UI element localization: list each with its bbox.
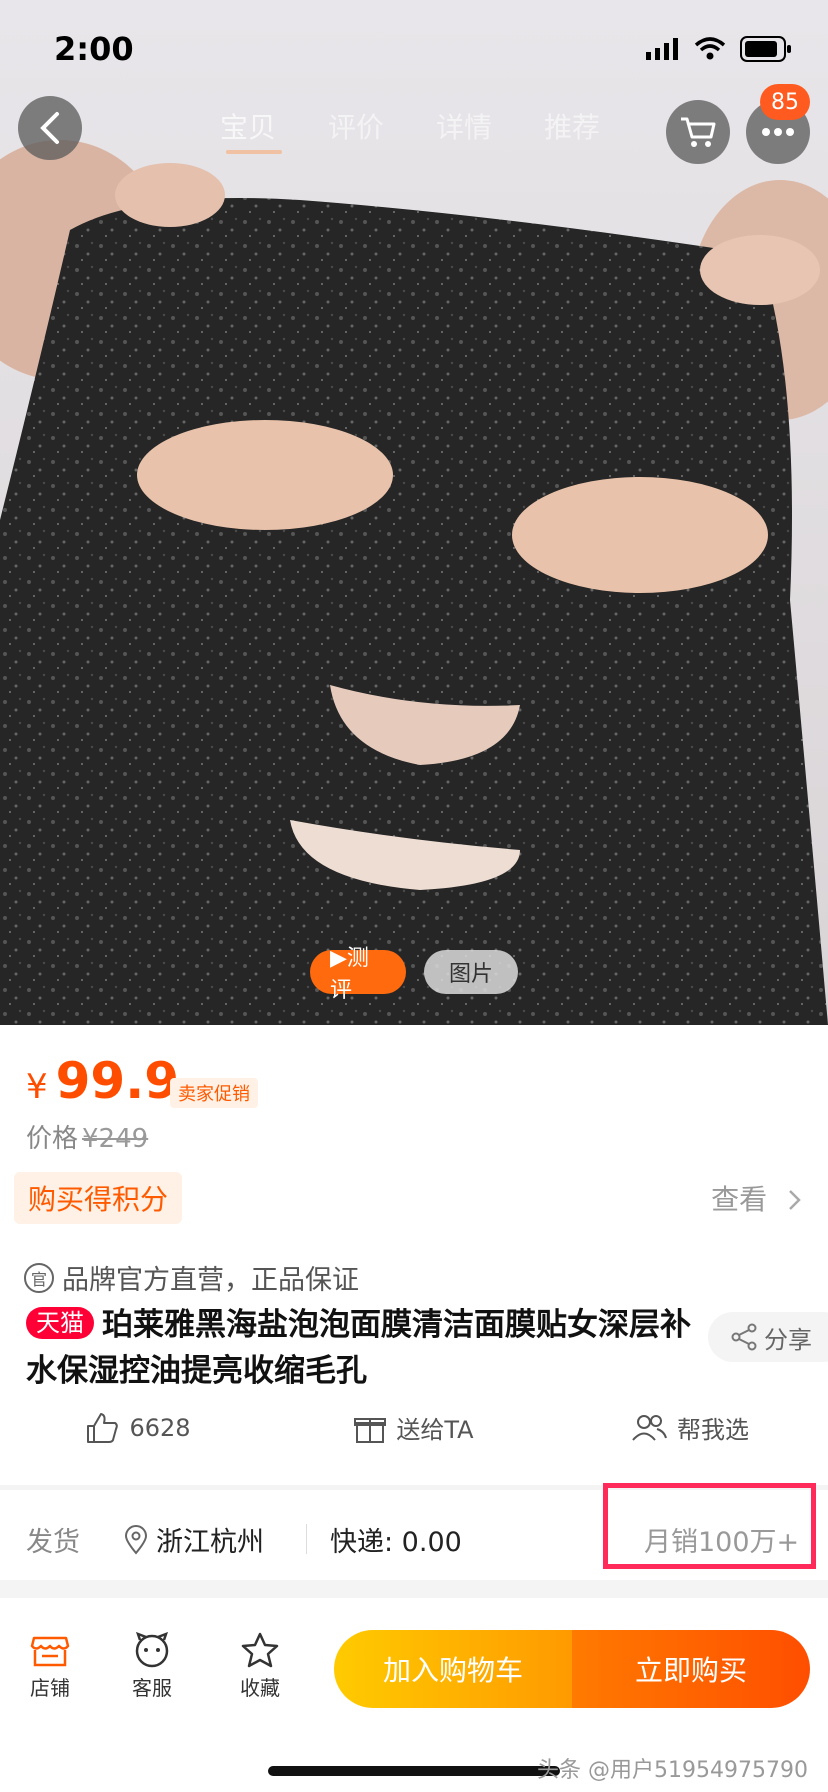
gift-icon bbox=[354, 1417, 387, 1443]
wifi-icon bbox=[694, 37, 726, 60]
original-price-value: ¥249 bbox=[82, 1124, 149, 1154]
service-label: 客服 bbox=[132, 1676, 172, 1700]
tab-baby[interactable]: 宝贝 bbox=[220, 106, 276, 146]
official-store-note: 官 品牌官方直营，正品保证 bbox=[24, 1258, 359, 1297]
currency-symbol: ¥ bbox=[26, 1067, 48, 1107]
view-points-link[interactable]: 查看 bbox=[711, 1178, 802, 1218]
original-price-label: 价格 bbox=[26, 1124, 79, 1154]
buy-now-button[interactable]: 立即购买 bbox=[572, 1630, 810, 1708]
favorite-button[interactable]: 收藏 bbox=[220, 1632, 300, 1701]
cart-icon bbox=[681, 117, 716, 147]
view-label: 查看 bbox=[711, 1183, 768, 1216]
message-badge: 85 bbox=[760, 84, 810, 120]
thumbs-up-icon bbox=[87, 1412, 119, 1443]
price-value: 99.9 bbox=[55, 1052, 180, 1110]
store-button[interactable]: 店铺 bbox=[10, 1632, 90, 1701]
status-time: 2:00 bbox=[54, 30, 134, 68]
product-title: 天猫 珀莱雅黑海盐泡泡面膜清洁面膜贴女深层补水保湿控油提亮收缩毛孔 bbox=[26, 1302, 696, 1394]
more-icon bbox=[762, 128, 794, 136]
shipping-location-text: 浙江杭州 bbox=[156, 1527, 264, 1558]
signal-icon bbox=[646, 38, 678, 60]
like-count: 6628 bbox=[129, 1413, 191, 1442]
shipping-fee: 快递: 0.00 bbox=[330, 1527, 462, 1558]
tab-reviews[interactable]: 评价 bbox=[328, 106, 384, 146]
watermark: 头条 @用户51954975790 bbox=[537, 1758, 808, 1783]
product-title-text: 珀莱雅黑海盐泡泡面膜清洁面膜贴女深层补水保湿控油提亮收缩毛孔 bbox=[26, 1307, 691, 1389]
price: ¥ 99.9 bbox=[26, 1052, 179, 1110]
original-price: 价格 ¥249 bbox=[26, 1118, 148, 1155]
customer-service-icon bbox=[135, 1632, 169, 1668]
star-icon bbox=[241, 1632, 279, 1668]
store-label: 店铺 bbox=[30, 1676, 70, 1700]
tab-recommend[interactable]: 推荐 bbox=[544, 106, 600, 146]
social-actions: 6628 送给TA 帮我选 bbox=[0, 1410, 828, 1445]
like-button[interactable]: 6628 bbox=[0, 1410, 276, 1445]
people-icon bbox=[632, 1414, 667, 1441]
share-icon bbox=[731, 1323, 757, 1351]
back-button[interactable] bbox=[18, 96, 82, 160]
shipping-separator bbox=[306, 1524, 307, 1554]
add-to-cart-button[interactable]: 加入购物车 bbox=[334, 1630, 572, 1708]
chevron-right-icon bbox=[789, 1190, 801, 1210]
top-tabs: 宝贝 评价 详情 推荐 bbox=[220, 106, 600, 146]
help-label: 帮我选 bbox=[677, 1416, 749, 1444]
highlight-box bbox=[603, 1483, 816, 1569]
shipping-location: 浙江杭州 bbox=[124, 1520, 264, 1559]
shipping-label: 发货 bbox=[26, 1527, 80, 1558]
gift-button[interactable]: 送给TA bbox=[276, 1410, 552, 1445]
photo-button[interactable]: 图片 bbox=[424, 950, 518, 994]
gift-label: 送给TA bbox=[396, 1416, 474, 1444]
official-icon: 官 bbox=[24, 1262, 54, 1293]
status-icons bbox=[646, 36, 792, 62]
location-pin-icon bbox=[124, 1524, 148, 1555]
store-icon bbox=[30, 1636, 70, 1667]
promo-badge: 卖家促销 bbox=[170, 1078, 258, 1108]
tmall-badge: 天猫 bbox=[26, 1307, 94, 1339]
tab-details[interactable]: 详情 bbox=[436, 106, 492, 146]
cart-button[interactable] bbox=[666, 100, 730, 164]
share-button[interactable]: 分享 bbox=[708, 1312, 828, 1362]
favorite-label: 收藏 bbox=[240, 1676, 280, 1700]
official-text: 品牌官方直营，正品保证 bbox=[62, 1265, 359, 1296]
help-choose-button[interactable]: 帮我选 bbox=[552, 1410, 828, 1445]
share-label: 分享 bbox=[764, 1325, 812, 1354]
chevron-left-icon bbox=[40, 112, 59, 144]
points-badge[interactable]: 购买得积分 bbox=[14, 1172, 183, 1224]
status-bar: 2:00 bbox=[0, 0, 828, 96]
active-tab-indicator bbox=[226, 150, 282, 154]
review-video-button[interactable]: ▶测评 bbox=[310, 946, 406, 1003]
battery-icon bbox=[740, 36, 791, 62]
home-indicator bbox=[268, 1766, 560, 1776]
service-button[interactable]: 客服 bbox=[112, 1632, 192, 1701]
